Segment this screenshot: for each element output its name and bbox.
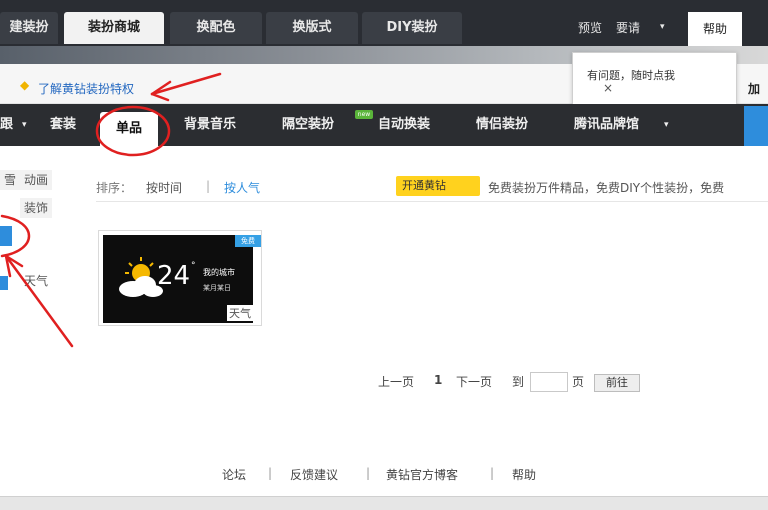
vip-promo-text: 免费装扮万件精品，免费DIY个性装扮，免费 bbox=[488, 181, 725, 195]
yellow-diamond-privilege-link[interactable]: 了解黄钻装扮特权 bbox=[38, 80, 134, 97]
sort-bar: 排序： 按时间 | 按人气 开通黄钻 免费装扮万件精品，免费DIY个性装扮，免费 bbox=[96, 172, 768, 202]
annotation-arrowhead-sidebar bbox=[4, 254, 24, 278]
category-item-couple[interactable]: 情侣装扮 bbox=[476, 104, 528, 146]
user-menu[interactable]: 要请 bbox=[616, 19, 640, 36]
sort-by-popularity[interactable]: 按人气 bbox=[224, 179, 260, 196]
footer-link-feedback[interactable]: 反馈建议 bbox=[290, 466, 338, 483]
chevron-down-icon[interactable]: ▾ bbox=[660, 22, 665, 32]
sort-by-time[interactable]: 按时间 bbox=[146, 179, 182, 196]
promo-right-text: 加 bbox=[748, 82, 761, 96]
footer-separator: | bbox=[268, 466, 273, 480]
tab-decoration-mall[interactable]: 装扮商城 bbox=[64, 12, 164, 44]
diamond-icon: ◆ bbox=[20, 78, 30, 92]
tab-diy-decoration[interactable]: DIY装扮 bbox=[362, 12, 462, 44]
category-item-remote-decorate[interactable]: 隔空装扮 bbox=[282, 104, 334, 146]
sidebar-item-animation[interactable]: 动画 bbox=[20, 170, 53, 190]
weather-city-label: 我的城市 bbox=[203, 268, 235, 277]
footer-separator: | bbox=[366, 466, 371, 480]
goto-prefix: 到 bbox=[512, 375, 525, 389]
qzone-decoration-mall: 建装扮 装扮商城 换配色 换版式 DIY装扮 预览 要请 ▾ 帮助 ◆ 了解黄钻… bbox=[0, 0, 768, 510]
blue-side-tab[interactable] bbox=[744, 106, 768, 146]
weather-date-label: 某月某日 bbox=[203, 284, 231, 292]
footer-link-blog[interactable]: 黄钻官方博客 bbox=[386, 466, 458, 483]
checkbox-icon[interactable] bbox=[0, 276, 8, 290]
sidebar-item-ornament[interactable]: 装饰 bbox=[20, 198, 53, 218]
goto-suffix: 页 bbox=[572, 375, 585, 389]
tab-color-scheme[interactable]: 换配色 bbox=[170, 12, 262, 44]
category-item-bgm[interactable]: 背景音乐 bbox=[184, 104, 236, 146]
category-nav: 跟 ▾ 套装 单品 背景音乐 隔空装扮 new 自动换装 情侣装扮 腾讯品牌馆 … bbox=[0, 104, 768, 146]
close-icon[interactable]: × bbox=[603, 81, 613, 95]
preview-link[interactable]: 预览 bbox=[578, 19, 602, 36]
footer-link-help[interactable]: 帮助 bbox=[512, 466, 536, 483]
help-popup: 有问题，随时点我 × bbox=[572, 52, 737, 112]
go-button[interactable]: 前往 bbox=[594, 374, 640, 392]
chevron-down-icon[interactable]: ▾ bbox=[664, 104, 669, 146]
category-item-suit[interactable]: 套装 bbox=[50, 104, 76, 146]
tab-layout[interactable]: 换版式 bbox=[266, 12, 358, 44]
bottom-bar bbox=[0, 496, 768, 510]
category-item-auto-change[interactable]: 自动换装 bbox=[378, 104, 430, 146]
sort-label: 排序： bbox=[96, 181, 133, 195]
category-item-single[interactable]: 单品 bbox=[100, 112, 159, 146]
tab-build-decoration[interactable]: 建装扮 bbox=[0, 12, 58, 44]
annotation-arrow-sidebar bbox=[4, 254, 74, 348]
current-page: 1 bbox=[434, 373, 443, 387]
product-card-weather[interactable]: 免费 24 ° 我的城市 某月某日 天气 bbox=[98, 230, 262, 326]
popup-message: 有问题，随时点我 bbox=[587, 69, 675, 82]
free-badge: 免费 bbox=[235, 235, 261, 247]
category-item-partial[interactable]: 跟 bbox=[0, 104, 13, 146]
sidebar-item-partial[interactable]: 雪 bbox=[0, 170, 21, 190]
help-button[interactable]: 帮助 bbox=[688, 12, 742, 46]
product-name: 天气 bbox=[227, 305, 253, 321]
degree-symbol: ° bbox=[191, 261, 196, 271]
page-number-input[interactable] bbox=[530, 372, 568, 392]
next-page-link[interactable]: 下一页 bbox=[456, 373, 492, 390]
new-badge: new bbox=[355, 110, 373, 119]
sidebar-selected-item[interactable] bbox=[0, 226, 12, 246]
prev-page-link[interactable]: 上一页 bbox=[378, 373, 414, 390]
chevron-down-icon[interactable]: ▾ bbox=[22, 104, 27, 146]
top-nav: 建装扮 装扮商城 换配色 换版式 DIY装扮 预览 要请 ▾ 帮助 bbox=[0, 0, 768, 46]
footer-separator: | bbox=[490, 466, 495, 480]
temperature-value: 24 bbox=[157, 261, 191, 291]
open-vip-button[interactable]: 开通黄钻 bbox=[396, 176, 480, 196]
sort-separator: | bbox=[206, 179, 211, 193]
footer-link-forum[interactable]: 论坛 bbox=[222, 466, 246, 483]
category-item-brand-hall[interactable]: 腾讯品牌馆 bbox=[574, 104, 639, 146]
sidebar-item-weather[interactable]: 天气 bbox=[24, 272, 48, 289]
